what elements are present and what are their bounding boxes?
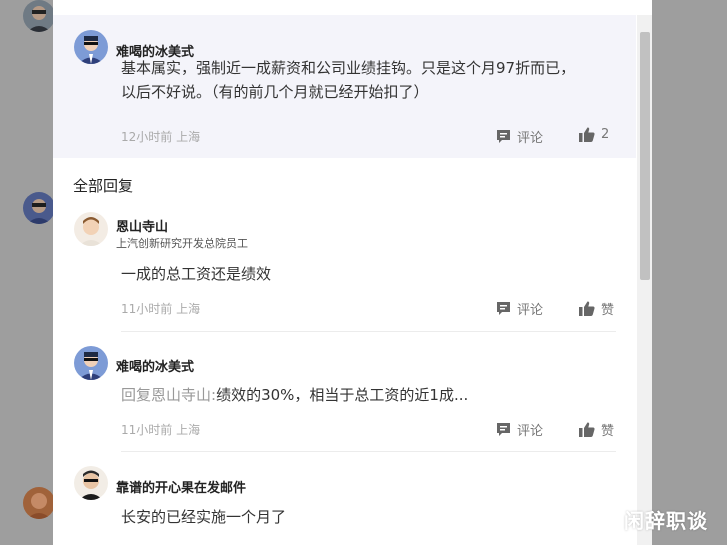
reply-text-content: 绩效的30%，相当于总工资的近1成... (216, 386, 469, 404)
avatar[interactable] (74, 346, 108, 380)
comment-text-line-1: 基本属实，强制近一成薪资和公司业绩挂钩。只是这个月97折而已， (121, 59, 576, 77)
scrollbar-thumb[interactable] (640, 32, 650, 280)
background-avatar (23, 192, 55, 224)
reply-username[interactable]: 靠谱的开心果在发邮件 (116, 477, 246, 496)
panel-top-strip (53, 0, 636, 15)
thumbs-up-icon (579, 301, 595, 316)
avatar[interactable] (74, 466, 108, 500)
comment-button-label: 评论 (517, 424, 544, 439)
reply-to-prefix[interactable]: 回复恩山寺山: (121, 386, 216, 404)
reply-meta: 11小时前 上海 (121, 423, 201, 437)
reply-divider (121, 331, 616, 332)
reply-like-button[interactable]: 赞 (579, 420, 614, 439)
main-comment: 难喝的冰美式 基本属实，强制近一成薪资和公司业绩挂钩。只是这个月97折而已， 以… (53, 15, 636, 158)
background-avatar (23, 0, 55, 32)
reply-text: 长安的已经实施一个月了 (121, 508, 287, 526)
comment-panel: 难喝的冰美式 基本属实，强制近一成薪资和公司业绩挂钩。只是这个月97折而已， 以… (53, 0, 652, 545)
comment-button-label: 评论 (517, 303, 544, 318)
comment-text-line-2: 以后不好说。（有的前几个月就已经开始扣了） (121, 83, 429, 101)
reply-username[interactable]: 恩山寺山 (116, 216, 168, 235)
reply-username[interactable]: 难喝的冰美式 (116, 356, 194, 375)
avatar[interactable] (74, 30, 108, 64)
reply-divider (121, 451, 616, 452)
reply-meta: 11小时前 上海 (121, 302, 201, 316)
comment-button-label: 评论 (517, 131, 544, 146)
background-avatar (23, 487, 55, 519)
reply-comment-button[interactable]: 评论 (496, 299, 543, 318)
like-button[interactable]: 2 (579, 127, 609, 142)
like-count: 2 (601, 127, 610, 142)
comment-button[interactable]: 评论 (496, 127, 543, 146)
replies-section-title: 全部回复 (73, 177, 134, 195)
reply-text: 回复恩山寺山:绩效的30%，相当于总工资的近1成... (121, 383, 468, 407)
avatar[interactable] (74, 212, 108, 246)
comment-bubble-icon (497, 130, 510, 143)
comment-bubble-icon (497, 423, 510, 436)
like-button-label: 赞 (601, 303, 615, 318)
reply-comment-button[interactable]: 评论 (496, 420, 543, 439)
watermark: 闲辞职谈 (624, 509, 708, 533)
comment-meta: 12小时前 上海 (121, 130, 201, 144)
comment-bubble-icon (497, 302, 510, 315)
thumbs-up-icon (579, 422, 595, 437)
reply-text: 一成的总工资还是绩效 (121, 265, 272, 283)
like-button-label: 赞 (601, 424, 615, 439)
reply-like-button[interactable]: 赞 (579, 299, 614, 318)
reply-user-subtitle: 上汽创新研究开发总院员工 (116, 237, 248, 250)
thumbs-up-icon (579, 127, 595, 142)
